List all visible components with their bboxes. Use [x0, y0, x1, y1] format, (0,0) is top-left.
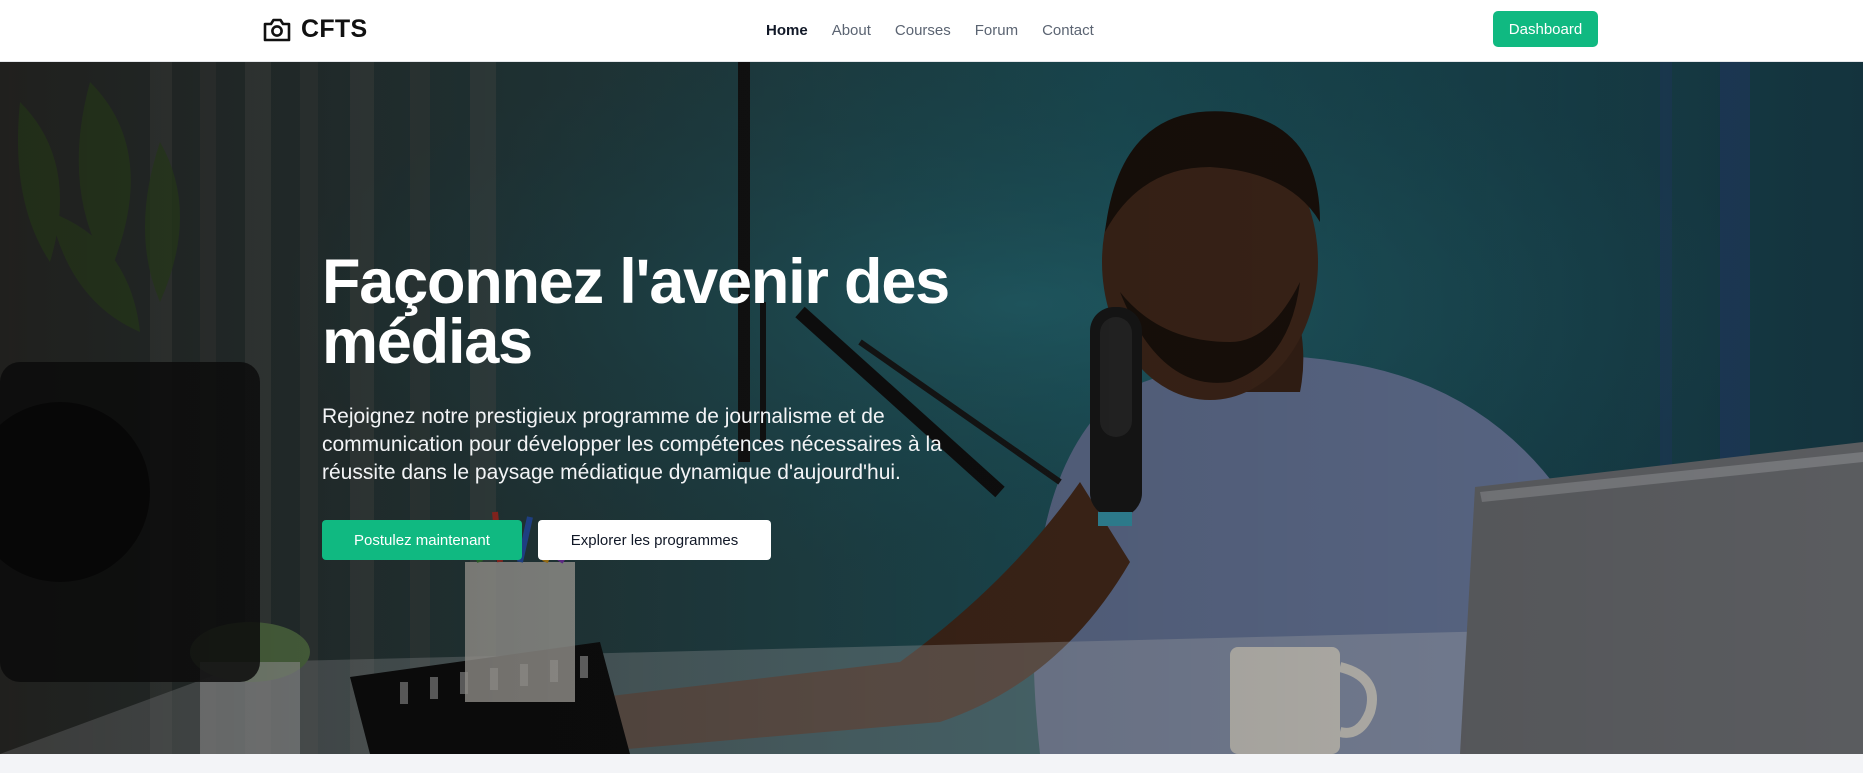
camera-icon — [262, 16, 292, 43]
brand-name: CFTS — [301, 14, 368, 43]
hero-subtitle: Rejoignez notre prestigieux programme de… — [322, 405, 942, 484]
nav-link-home[interactable]: Home — [766, 22, 808, 39]
nav-link-about[interactable]: About — [832, 22, 871, 39]
nav-link-contact[interactable]: Contact — [1042, 22, 1094, 39]
hero-buttons: Postulez maintenant Explorer les program… — [322, 520, 1022, 560]
hero-content: Façonnez l'avenir des médias Rejoignez n… — [322, 247, 1022, 560]
next-section-edge — [0, 754, 1863, 773]
hero-section: Façonnez l'avenir des médias Rejoignez n… — [0, 62, 1863, 754]
dashboard-button[interactable]: Dashboard — [1493, 11, 1598, 47]
explore-programs-button[interactable]: Explorer les programmes — [538, 520, 771, 560]
nav-link-forum[interactable]: Forum — [975, 22, 1018, 39]
hero-title: Façonnez l'avenir des médias — [322, 247, 950, 377]
apply-now-button[interactable]: Postulez maintenant — [322, 520, 522, 560]
brand-logo[interactable]: CFTS — [262, 13, 367, 45]
nav-link-courses[interactable]: Courses — [895, 22, 951, 39]
top-navbar: CFTS Home About Courses Forum Contact Da… — [0, 0, 1863, 62]
nav-links: Home About Courses Forum Contact — [766, 19, 1094, 41]
